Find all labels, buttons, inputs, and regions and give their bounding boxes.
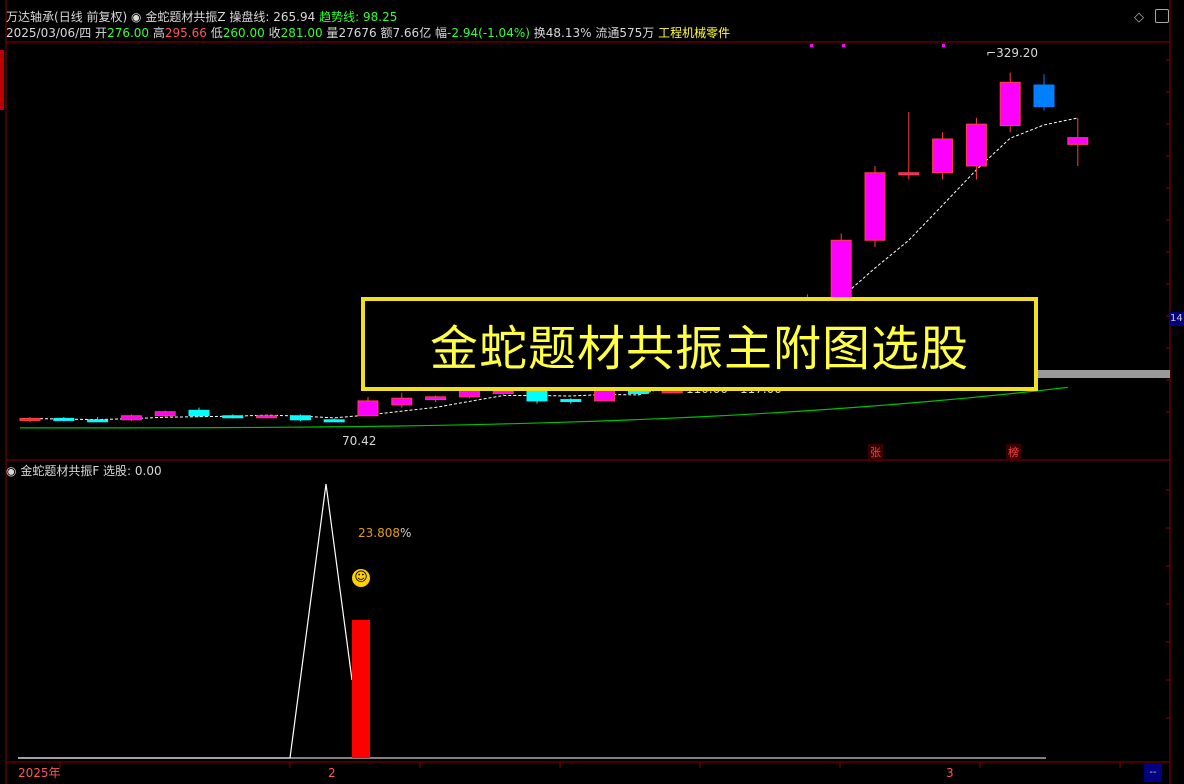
change-value: -2.94(-1.04%) [447,26,530,40]
open-value: 276.00 [107,26,150,40]
candle-body [222,415,244,419]
stock-name[interactable]: 万达轴承 [6,10,54,24]
scroll-button[interactable]: -- [1144,764,1162,782]
change-label: 幅 [435,26,448,40]
candle-body [1033,84,1055,108]
candle-body [87,419,109,423]
candle-body [627,390,649,394]
max-price-label: ⌐329.20 [986,46,1039,60]
header-row: 万达轴承(日线 前复权) ◉ 金蛇题材共振Z 操盘线: 265.94 趋势线: … [6,10,397,24]
float-label: 流通 [595,26,620,40]
sub-label: 选股: [103,464,132,478]
diamond-icon[interactable]: ◇ [1134,10,1144,25]
candle-body [830,239,852,302]
candle-body [560,399,582,403]
candle-body [256,415,278,419]
sub-annotation-mark: % [400,526,412,540]
min-price-label: 70.42 [342,434,376,448]
amount-label: 额 [380,26,393,40]
high-value: 295.66 [164,26,207,40]
candle-body [53,417,75,421]
caption-box: 金蛇题材共振主附图选股 [361,297,1038,391]
sub-panel-header: ◉ 金蛇题材共振F 选股: 0.00 [6,464,162,478]
tag-zhang[interactable]: 张 [868,444,883,460]
float-value: 575万 [619,26,655,40]
min-price-value: 70.42 [342,434,377,448]
turnover-value: 48.13% [545,26,592,40]
line1-value: 265.94 [273,10,316,24]
sector-label[interactable]: 工程机械零件 [658,26,730,40]
sub-signal-line [18,483,353,759]
candle-body [932,138,954,174]
x-label-mar: 3 [946,766,954,780]
candle-body [154,411,176,417]
open-label: 开 [95,26,108,40]
line2-value: 98.25 [362,10,398,24]
candle-body [864,172,886,241]
line1-label: 操盘线: [229,10,270,24]
x-label-year: 2025年 [18,766,61,780]
candle-body [323,419,345,423]
right-edge-value: 14 [1170,312,1184,326]
sub-annotation-value: 23.808 [358,526,400,540]
candle-body [19,417,41,421]
smiley-icon: ☺ [352,569,370,587]
main-indicator-name[interactable]: 金蛇题材共振Z [145,10,225,24]
candle-body [391,397,413,406]
main-chart[interactable] [0,0,1184,784]
close-label: 收 [268,26,281,40]
period-label[interactable]: (日线 前复权) [54,10,127,24]
candle-body [999,81,1021,127]
candle-body [898,172,920,176]
candle-body [526,389,548,402]
caption-text: 金蛇题材共振主附图选股 [429,321,969,377]
sub-indicator-name[interactable]: 金蛇题材共振F [20,464,99,478]
candle-body [425,396,447,401]
high-label: 高 [152,26,165,40]
low-label: 低 [210,26,223,40]
close-value: 281.00 [280,26,323,40]
amount-value: 7.66亿 [392,26,432,40]
turnover-label: 换 [533,26,546,40]
sub-dropdown-icon[interactable]: ◉ [6,464,16,478]
candle-body [1067,137,1089,145]
candle-body [357,400,379,417]
candle-body [120,415,142,421]
volume-value: 27676 [338,26,377,40]
chart-stage: 万达轴承(日线 前复权) ◉ 金蛇题材共振Z 操盘线: 265.94 趋势线: … [0,0,1184,784]
quote-row: 2025/03/06/四 开276.00 高295.66 低260.00 收28… [6,26,730,40]
x-label-feb: 2 [328,766,336,780]
signal-dot [810,44,813,47]
candle-body [965,123,987,167]
volume-label: 量 [326,26,339,40]
low-value: 260.00 [222,26,265,40]
sub-signal-bar [352,620,370,758]
signal-dot [842,44,845,47]
signal-dot [942,44,945,47]
candle-body [289,415,311,421]
tag-bang[interactable]: 榜 [1006,444,1021,460]
indicator-dropdown-icon[interactable]: ◉ [131,10,141,24]
candle-body [188,409,210,417]
candle-body [458,389,480,398]
quote-date: 2025/03/06/四 [6,26,92,40]
sub-value: 0.00 [134,464,162,478]
sub-annotation: 23.808% [358,526,411,540]
candle-body [492,390,514,394]
line2-label: 趋势线: [319,10,360,24]
left-edge-marker [0,50,4,110]
window-icon[interactable] [1155,9,1169,23]
max-price-value: 329.20 [996,46,1039,60]
